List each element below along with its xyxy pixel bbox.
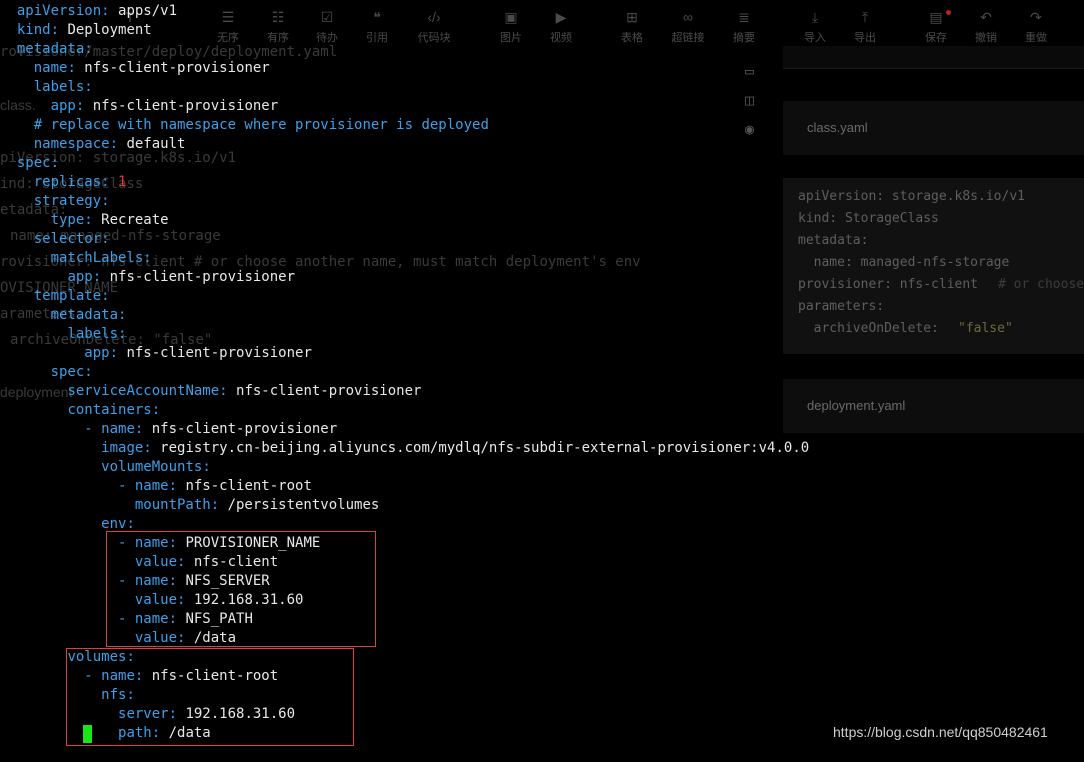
yaml-key: selector <box>33 231 102 247</box>
yaml-key: containers <box>67 402 152 418</box>
yaml-value: nfs-client-root <box>185 478 312 494</box>
yaml-key: name <box>101 421 135 437</box>
yaml-key: env <box>101 516 127 532</box>
yaml-key: namespace <box>33 136 110 152</box>
yaml-key: app <box>84 345 110 361</box>
yaml-key: spec <box>16 155 51 171</box>
yaml-key: labels <box>67 326 119 342</box>
yaml-value: default <box>126 136 186 152</box>
yaml-key: spec <box>50 364 85 380</box>
yaml-value: nfs-client-provisioner <box>236 383 422 399</box>
volumes-highlight-box <box>66 648 354 746</box>
yaml-key: serviceAccountName <box>67 383 220 399</box>
yaml-key: name <box>134 478 169 494</box>
yaml-value: nfs-client-provisioner <box>109 269 296 285</box>
watermark: https://blog.csdn.net/qq850482461 <box>833 724 1048 740</box>
yaml-key: strategy <box>33 193 102 209</box>
yaml-number: 1 <box>118 174 127 190</box>
yaml-key: image <box>101 440 144 456</box>
yaml-key: labels <box>33 79 85 95</box>
yaml-value: nfs-client-provisioner <box>126 345 312 361</box>
yaml-key: metadata <box>16 41 85 57</box>
yaml-key: mountPath <box>134 497 211 513</box>
env-highlight-box <box>106 531 376 647</box>
yaml-key: name <box>33 60 68 76</box>
yaml-key: app <box>50 98 76 114</box>
yaml-key: type <box>50 212 85 228</box>
yaml-key: matchLabels <box>50 250 144 266</box>
yaml-value: nfs-client-provisioner <box>84 60 270 76</box>
yaml-value: Deployment <box>67 22 152 38</box>
yaml-value: /persistentvolumes <box>227 497 380 513</box>
yaml-key: metadata <box>50 307 119 323</box>
yaml-value: registry.cn-beijing.aliyuncs.com/mydlq/n… <box>160 440 810 456</box>
yaml-value: nfs-client-provisioner <box>151 421 338 437</box>
yaml-value: apps/v1 <box>118 3 178 19</box>
yaml-key: template <box>33 288 102 304</box>
yaml-key: replicas <box>33 174 102 190</box>
text-cursor <box>83 725 92 743</box>
yaml-value: Recreate <box>101 212 169 228</box>
yaml-key: kind <box>16 22 51 38</box>
yaml-key: app <box>67 269 93 285</box>
yaml-key: apiVersion <box>16 3 102 19</box>
yaml-value: nfs-client-provisioner <box>92 98 279 114</box>
yaml-comment: # replace with namespace where provision… <box>33 117 489 133</box>
yaml-key: volumeMounts <box>101 459 203 475</box>
